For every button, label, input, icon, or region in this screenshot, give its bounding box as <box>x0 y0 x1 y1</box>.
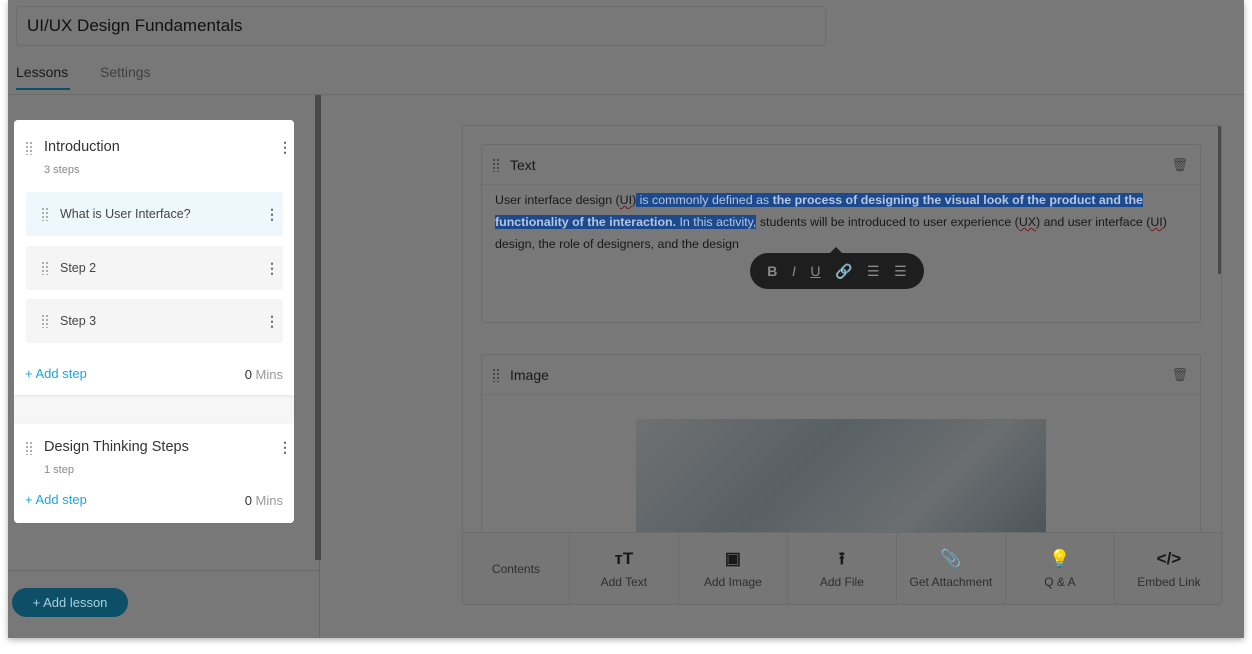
lesson-duration: 0 Mins <box>245 493 283 508</box>
text-block[interactable]: Text 🗑 User interface design (UI) is comm… <box>481 144 1201 323</box>
app-window: UI/UX Design Fundamentals Lessons Settin… <box>8 0 1244 638</box>
add-file-button[interactable]: ⭱ Add File <box>788 533 897 604</box>
format-toolbar: B I U 🔗 ☰ ☰ <box>750 247 924 289</box>
link-icon[interactable]: 🔗 <box>835 263 852 280</box>
bullet-list-icon[interactable]: ☰ <box>894 263 907 280</box>
panel-divider <box>8 570 320 571</box>
step-label: Step 2 <box>60 261 97 275</box>
upload-icon: ⭱ <box>838 548 845 568</box>
qa-button[interactable]: 💡 Q & A <box>1006 533 1115 604</box>
add-lesson-button[interactable]: + Add lesson <box>12 588 128 617</box>
lesson-image <box>636 419 1046 539</box>
contents-text: Contents <box>491 561 540 576</box>
course-title-input[interactable]: UI/UX Design Fundamentals <box>16 6 826 46</box>
drag-handle-icon[interactable] <box>25 441 33 455</box>
tool-label: Add File <box>819 574 864 589</box>
more-icon[interactable]: ⋮ <box>278 440 292 454</box>
drag-handle-icon[interactable] <box>41 207 49 221</box>
get-attachment-button[interactable]: 📎 Get Attachment <box>897 533 1006 604</box>
text: User interface design ( <box>495 193 620 207</box>
step-label: What is User Interface? <box>60 207 191 221</box>
lesson-title: Design Thinking Steps <box>44 439 189 455</box>
lessons-scrollbar[interactable] <box>315 95 321 560</box>
drag-handle-icon[interactable] <box>41 314 49 328</box>
mins-value: 0 <box>244 493 252 508</box>
tool-label: Q & A <box>1044 574 1076 589</box>
text-size-icon: тT <box>614 548 634 568</box>
paperclip-icon: 📎 <box>940 548 962 568</box>
selected-text: In this activity, <box>676 215 757 229</box>
drag-handle-icon[interactable] <box>492 158 500 172</box>
tool-label: Add Text <box>600 574 648 589</box>
content-toolbar: Contents тT Add Text ▣ Add Image ⭱ Add File… <box>463 532 1221 604</box>
image-icon: ▣ <box>724 548 741 568</box>
contents-label: Contents <box>463 533 570 604</box>
lesson-editor: Text 🗑 User interface design (UI) is comm… <box>462 125 1222 605</box>
lesson-step-count: 1 step <box>44 464 74 476</box>
editor-scrollbar[interactable] <box>1218 126 1221 274</box>
more-icon[interactable]: ⋮ <box>278 140 292 154</box>
lightbulb-icon: 💡 <box>1049 548 1071 568</box>
step-item[interactable]: What is User Interface? ⋮ <box>26 192 283 236</box>
lesson-title: Introduction <box>44 139 120 155</box>
lesson-card[interactable]: Introduction 3 steps ⋮ What is User Inte… <box>14 120 294 395</box>
step-item[interactable]: Step 2 ⋮ <box>26 246 283 290</box>
add-step-link[interactable]: + Add step <box>25 492 87 507</box>
trash-icon[interactable]: 🗑 <box>1171 367 1188 383</box>
lesson-card[interactable]: Design Thinking Steps 1 step ⋮ + Add ste… <box>14 424 294 523</box>
tab-settings[interactable]: Settings <box>100 64 151 88</box>
mins-value: 0 <box>244 367 252 382</box>
more-icon[interactable]: ⋮ <box>265 261 279 275</box>
trash-icon[interactable]: 🗑 <box>1171 157 1188 173</box>
tool-label: Get Attachment <box>909 574 993 589</box>
step-item[interactable]: Step 3 ⋮ <box>26 299 283 343</box>
step-label: Step 3 <box>60 314 97 328</box>
lesson-step-count: 3 steps <box>44 164 80 176</box>
text: students will be introduced to user expe… <box>756 215 1019 229</box>
more-icon[interactable]: ⋮ <box>265 207 279 221</box>
text: UI <box>1150 215 1163 229</box>
selected-text: is commonly defined as <box>636 193 773 207</box>
italic-icon[interactable]: I <box>792 263 796 279</box>
drag-handle-icon[interactable] <box>492 368 500 382</box>
more-icon[interactable]: ⋮ <box>265 314 279 328</box>
code-icon: </> <box>1156 548 1182 568</box>
lessons-list-highlight: Introduction 3 steps ⋮ What is User Inte… <box>14 120 294 523</box>
underline-icon[interactable]: U <box>810 263 820 279</box>
lesson-duration: 0 Mins <box>245 367 283 382</box>
text: ) and user interface ( <box>1036 215 1151 229</box>
tab-lessons[interactable]: Lessons <box>16 64 70 90</box>
drag-handle-icon[interactable] <box>41 261 49 275</box>
add-text-button[interactable]: тT Add Text <box>570 533 679 604</box>
bold-icon[interactable]: B <box>767 263 777 279</box>
add-image-button[interactable]: ▣ Add Image <box>679 533 788 604</box>
block-title: Text <box>510 157 536 173</box>
ordered-list-icon[interactable]: ☰ <box>867 263 880 280</box>
embed-link-button[interactable]: </> Embed Link <box>1115 533 1221 604</box>
add-step-link[interactable]: + Add step <box>25 366 87 381</box>
drag-handle-icon[interactable] <box>25 141 33 155</box>
text: UX <box>1018 215 1037 229</box>
text: UI <box>619 193 633 207</box>
mins-unit: Mins <box>255 367 283 382</box>
block-title: Image <box>510 367 549 383</box>
tool-label: Embed Link <box>1137 574 1201 589</box>
tool-label: Add Image <box>703 574 762 589</box>
mins-unit: Mins <box>255 493 283 508</box>
